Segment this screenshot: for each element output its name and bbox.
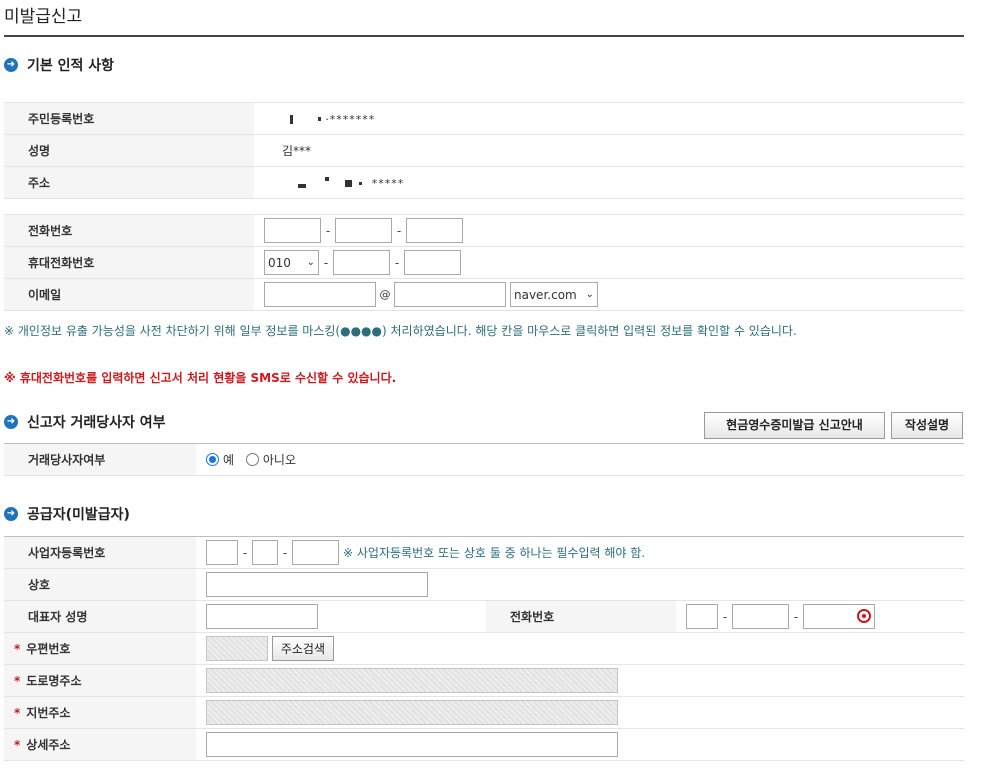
detail-address-input[interactable] bbox=[206, 732, 618, 757]
table-row: 성명 김*** bbox=[4, 134, 964, 167]
address-search-button[interactable]: 주소검색 bbox=[271, 636, 334, 661]
mask-block bbox=[325, 177, 330, 181]
table-row: * 우편번호 주소검색 bbox=[4, 632, 964, 665]
table-row: 상호 bbox=[4, 568, 964, 601]
supplier-table: 사업자등록번호 - - ※ 사업자등록번호 또는 상호 둘 중 하나는 필수입력 해… bbox=[4, 536, 964, 761]
bizno-part1-input[interactable] bbox=[206, 540, 238, 565]
relation-yes-radio[interactable] bbox=[206, 453, 219, 466]
section-supplier-title: 공급자(미발급자) bbox=[27, 507, 130, 523]
sms-warning: ※ 휴대전화번호를 입력하면 신고서 처리 현황을 SMS로 수신할 수 있습니… bbox=[4, 371, 397, 385]
phone-part1-input[interactable] bbox=[264, 218, 321, 243]
section-basic-header: ➜ 기본 인적 사항 bbox=[4, 55, 114, 75]
table-row: * 도로명주소 bbox=[4, 664, 964, 697]
section-supplier-header: ➜ 공급자(미발급자) bbox=[4, 504, 130, 524]
addr-value[interactable]: ***** bbox=[254, 166, 964, 199]
table-row: 전화번호 -- bbox=[4, 214, 964, 247]
required-mark: * bbox=[14, 642, 21, 656]
relation-label: 거래당사자여부 bbox=[4, 443, 196, 476]
zip-label: * 우편번호 bbox=[4, 632, 196, 665]
mobile-prefix-select[interactable]: 010 ⌄ bbox=[264, 250, 319, 275]
supplier-phone-part1-input[interactable] bbox=[686, 604, 718, 629]
rep-label: 대표자 성명 bbox=[4, 600, 196, 633]
table-row: 이메일 @ naver.com ⌄ bbox=[4, 278, 964, 311]
phone-part2-input[interactable] bbox=[335, 218, 392, 243]
mobile-part3-input[interactable] bbox=[404, 250, 461, 275]
chevron-down-icon: ⌄ bbox=[306, 257, 315, 268]
mask-block bbox=[345, 179, 353, 187]
section-relation-title: 신고자 거래당사자 여부 bbox=[27, 415, 166, 431]
mobile-part2-input[interactable] bbox=[333, 250, 390, 275]
email-domain-input[interactable] bbox=[394, 282, 506, 307]
mask-block bbox=[318, 117, 322, 121]
name-value[interactable]: 김*** bbox=[254, 134, 964, 167]
relation-no-radio[interactable] bbox=[245, 453, 259, 466]
arrow-circle-icon: ➜ bbox=[4, 507, 18, 521]
rrn-value[interactable]: ·******* bbox=[254, 102, 964, 135]
table-row: 거래당사자여부 예 아니오 bbox=[4, 443, 964, 476]
rep-name-input[interactable] bbox=[206, 604, 318, 629]
addr-label: 주소 bbox=[4, 166, 254, 199]
bizno-part3-input[interactable] bbox=[292, 540, 339, 565]
keypad-icon[interactable] bbox=[857, 609, 871, 623]
required-mark: * bbox=[14, 706, 21, 720]
road-addr-label: * 도로명주소 bbox=[4, 664, 196, 697]
company-input[interactable] bbox=[206, 572, 428, 597]
mobile-label: 휴대전화번호 bbox=[4, 246, 254, 279]
basic-info-table: 주민등록번호 ·******* 성명 김*** 주소 ***** bbox=[4, 102, 964, 199]
masking-notice: ※ 개인정보 유출 가능성을 사전 차단하기 위해 일부 정보를 마스킹(●●●… bbox=[4, 324, 797, 338]
rrn-label: 주민등록번호 bbox=[4, 102, 254, 135]
table-row: 대표자 성명 전화번호 -- bbox=[4, 600, 964, 633]
write-help-button[interactable]: 작성설명 bbox=[891, 412, 963, 439]
required-mark: * bbox=[14, 674, 21, 688]
supplier-phone-label: 전화번호 bbox=[486, 600, 676, 633]
company-label: 상호 bbox=[4, 568, 196, 601]
table-row: 휴대전화번호 010 ⌄ - - bbox=[4, 246, 964, 279]
email-domain-select[interactable]: naver.com ⌄ bbox=[510, 282, 598, 307]
mask-block bbox=[289, 114, 293, 124]
detail-addr-label: * 상세주소 bbox=[4, 728, 196, 761]
email-id-input[interactable] bbox=[264, 282, 376, 307]
bizno-hint: ※ 사업자등록번호 또는 상호 둘 중 하나는 필수입력 해야 함. bbox=[343, 546, 646, 560]
page-title: 미발급신고 bbox=[4, 7, 83, 27]
zip-input bbox=[206, 636, 268, 661]
arrow-circle-icon: ➜ bbox=[4, 415, 18, 429]
supplier-phone-part2-input[interactable] bbox=[732, 604, 789, 629]
bizno-label: 사업자등록번호 bbox=[4, 536, 196, 569]
table-row: 주민등록번호 ·******* bbox=[4, 102, 964, 135]
road-address-input bbox=[206, 668, 618, 693]
name-label: 성명 bbox=[4, 134, 254, 167]
section-basic-title: 기본 인적 사항 bbox=[27, 58, 115, 74]
email-label: 이메일 bbox=[4, 278, 254, 311]
mask-block bbox=[358, 181, 362, 185]
guide-button[interactable]: 현금영수증미발급 신고안내 bbox=[704, 412, 885, 439]
required-mark: * bbox=[14, 738, 21, 752]
table-row: * 지번주소 bbox=[4, 696, 964, 729]
section-relation-header: ➜ 신고자 거래당사자 여부 bbox=[4, 412, 166, 432]
chevron-down-icon: ⌄ bbox=[585, 289, 594, 300]
contact-table: 전화번호 -- 휴대전화번호 010 ⌄ - - 이메일 @ naver.com ⌄ bbox=[4, 214, 964, 311]
table-row: 주소 ***** bbox=[4, 166, 964, 199]
jibun-address-input bbox=[206, 700, 618, 725]
relation-table: 거래당사자여부 예 아니오 bbox=[4, 443, 964, 476]
title-divider bbox=[4, 35, 964, 37]
bizno-part2-input[interactable] bbox=[252, 540, 278, 565]
mask-block bbox=[297, 184, 306, 188]
table-row: * 상세주소 bbox=[4, 728, 964, 761]
phone-label: 전화번호 bbox=[4, 214, 254, 247]
jibun-addr-label: * 지번주소 bbox=[4, 696, 196, 729]
phone-part3-input[interactable] bbox=[406, 218, 463, 243]
arrow-circle-icon: ➜ bbox=[4, 58, 18, 72]
table-row: 사업자등록번호 - - ※ 사업자등록번호 또는 상호 둘 중 하나는 필수입력 해… bbox=[4, 536, 964, 569]
